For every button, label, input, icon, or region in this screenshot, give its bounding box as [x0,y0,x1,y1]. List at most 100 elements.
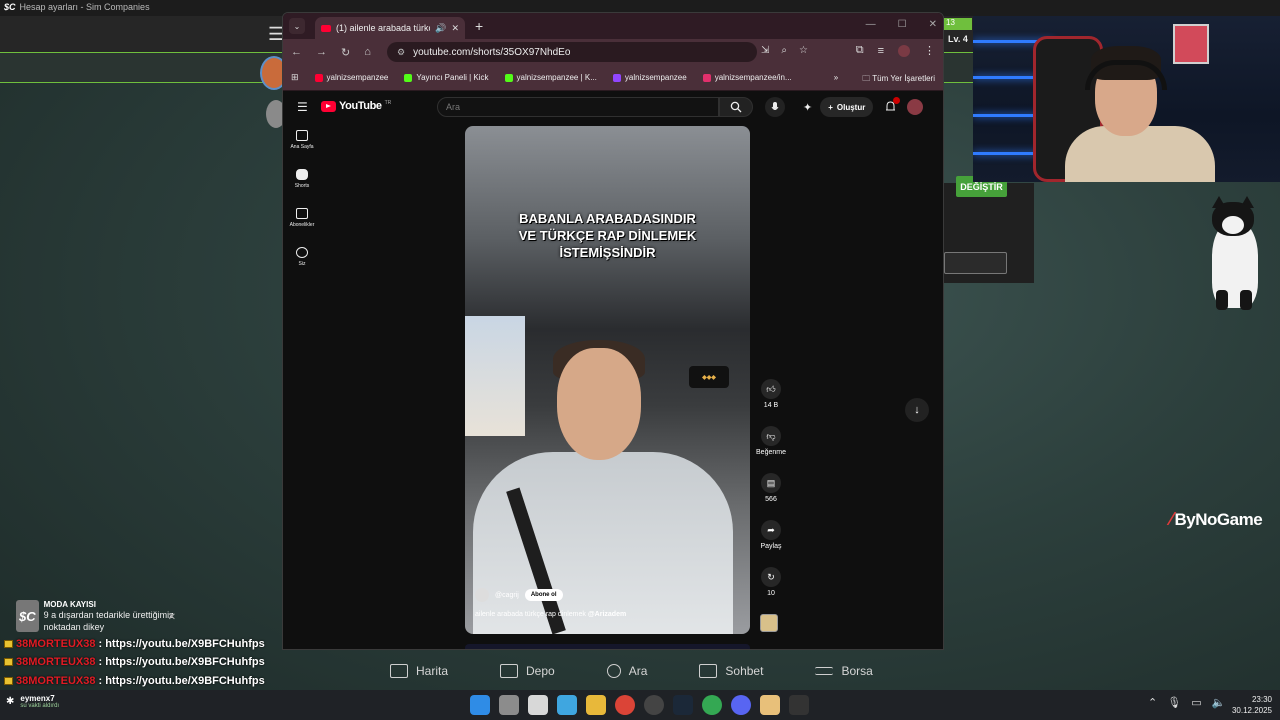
description-mention[interactable]: @Arizadem [588,611,626,618]
subscribe-button[interactable]: Abone ol [524,589,563,601]
clock[interactable]: 23:30 30.12.2025 [1228,694,1272,716]
youtube-logo[interactable]: YouTube TR [321,100,391,112]
more-menu-icon[interactable]: ⋮ [924,44,935,57]
dislike-action[interactable]: 👎︎ Beğenme [753,426,789,473]
bookmark-item[interactable]: yalnizsempanzee [314,73,388,82]
discord-icon[interactable] [731,695,751,715]
game-bottom-nav: Harita Depo Ara Sohbet Borsa [390,658,890,684]
sidebar-item-shorts[interactable]: Shorts [283,169,321,208]
nav-map[interactable]: Harita [390,658,448,684]
home-icon[interactable]: ⌂ [364,46,371,58]
install-app-icon[interactable]: ⇲ [761,45,769,56]
photos-icon[interactable] [557,695,577,715]
remix-action[interactable]: ↻ 10 [753,567,789,614]
start-icon[interactable] [470,695,490,715]
site-info-icon[interactable]: ⚙ [397,47,405,58]
sidebar-item-home[interactable]: Ana Sayfa [283,130,321,169]
bookmark-item[interactable]: yalnizsempanzee | K... [504,73,597,82]
media-player-icon[interactable] [760,695,780,715]
channel-name[interactable]: @cagrij [495,592,519,599]
reload-icon[interactable]: ↻ [341,46,350,59]
bookmark-item[interactable]: yalnizsempanzee [612,73,687,82]
bookmark-star-icon[interactable]: ☆ [799,45,808,56]
dislike-icon[interactable]: 👎︎ [761,426,781,446]
bookmarks-bar: ⊞ yalnizsempanzee Yayıncı Paneli | Kick … [283,65,943,91]
share-icon[interactable]: ➦ [761,520,781,540]
sim-companies-app-icon[interactable] [789,695,809,715]
new-tab-icon[interactable]: + [475,18,483,34]
chat-message: 38MORTEUX38 : https://youtu.be/X9BFCHuhf… [4,638,265,650]
address-bar[interactable]: ⚙ youtube.com/shorts/35OX97NhdEo [387,42,757,62]
forward-icon[interactable]: → [316,46,327,58]
profile-icon[interactable] [898,44,910,57]
tab-search-icon[interactable]: ⌄ [289,18,305,34]
all-bookmarks-folder[interactable]: 🗀 Tüm Yer İşaretleri [862,73,935,87]
steam-icon[interactable] [673,695,693,715]
apps-grid-icon[interactable]: ⊞ [291,72,299,83]
nav-exchange[interactable]: Borsa [815,658,873,684]
nav-chat[interactable]: Sohbet [699,658,763,684]
close-tab-icon[interactable]: ✕ [451,23,459,34]
monitor-icon[interactable]: ▭ [1191,696,1201,709]
nav-warehouse[interactable]: Depo [500,658,555,684]
chrome-icon[interactable] [615,695,635,715]
media-controls-icon[interactable]: ≡ [878,45,884,57]
sound-thumbnail[interactable] [760,614,778,632]
nav-search[interactable]: Ara [606,658,647,684]
comment-icon[interactable]: ▤ [761,473,781,493]
like-icon[interactable]: 👍︎ [761,379,781,399]
active-tab[interactable]: (1) ailenle arabada türkçe rap dinlemek … [315,17,465,39]
short-actions: 👍︎ 14 B 👎︎ Beğenme ▤ 566 ➦ Paylaş ↻ 10 [753,379,789,614]
url-text[interactable]: youtube.com/shorts/35OX97NhdEo [413,47,570,58]
search-input[interactable]: Ara [437,97,719,117]
game-settings-input[interactable] [944,252,1007,274]
back-icon[interactable]: ← [291,46,302,58]
file-explorer-icon[interactable] [586,695,606,715]
close-icon[interactable]: ✕ [168,612,176,623]
comment-count: 566 [765,496,777,503]
sidebar-item-subscriptions[interactable]: Abonelikler [283,208,321,247]
youtube-header-actions: ✦ + Oluştur [803,97,924,117]
speaker-icon[interactable]: 🔈 [1212,696,1226,709]
notifications-button[interactable] [881,97,901,116]
channel-avatar[interactable] [475,588,489,602]
close-window-icon[interactable]: ✕ [929,19,937,30]
youtube-header: ☰ YouTube TR Ara ✦ + Oluştur [283,92,943,122]
minimize-icon[interactable]: — [866,19,876,30]
bookmark-item[interactable]: yalnizsempanzee/in... [702,73,792,82]
short-description[interactable]: ailenle arabada türkçe rap dinlemek @Ari… [475,611,626,618]
country-code: TR [384,100,392,106]
audio-icon[interactable]: 🔊 [435,23,446,34]
comment-action[interactable]: ▤ 566 [753,473,789,520]
remix-icon[interactable]: ↻ [761,567,781,587]
maximize-icon[interactable]: ☐ [898,19,907,30]
voice-search-button[interactable] [765,97,785,117]
more-bookmarks-icon[interactable]: » [834,73,838,87]
share-action[interactable]: ➦ Paylaş [753,520,789,567]
account-avatar[interactable] [907,99,924,115]
extensions-icon[interactable]: ⧉ [856,44,864,57]
sidebar-item-you[interactable]: Siz [283,247,321,286]
like-action[interactable]: 👍︎ 14 B [753,379,789,426]
microphone-icon[interactable]: 🎙 [1167,696,1181,709]
chat-text: : https://youtu.be/X9BFCHuhfps [98,656,265,668]
chrome-profile-icon[interactable] [702,695,722,715]
next-short-button[interactable]: ↓ [905,398,929,422]
mod-notification: $C MODA KAYISI 9 a dışardan tedarikle ür… [16,600,180,636]
cast-icon[interactable]: ✦ [803,101,812,114]
notepad-icon[interactable] [528,695,548,715]
game-window-title: $C Hesap ayarları - Sim Companies [4,2,150,12]
zoom-icon[interactable]: ⌕ [781,45,787,56]
task-view-icon[interactable] [499,695,519,715]
hamburger-menu-icon[interactable]: ☰ [297,100,308,114]
create-button[interactable]: + Oluştur [820,97,874,117]
level-label: Lv. 4 [948,34,968,44]
dancing-cat-sticker [1198,196,1272,312]
chevron-up-icon[interactable]: ⌃ [1148,696,1157,709]
bookmark-item[interactable]: Yayıncı Paneli | Kick [404,73,489,82]
sim-companies-icon: $C [16,600,39,632]
short-video-player[interactable]: BABANLA ARABADASINDIR VE TÜRKÇE RAP DİNL… [465,126,750,634]
obs-icon[interactable] [644,695,664,715]
search-button[interactable] [719,97,753,117]
sidebar-label: Shorts [294,183,310,189]
